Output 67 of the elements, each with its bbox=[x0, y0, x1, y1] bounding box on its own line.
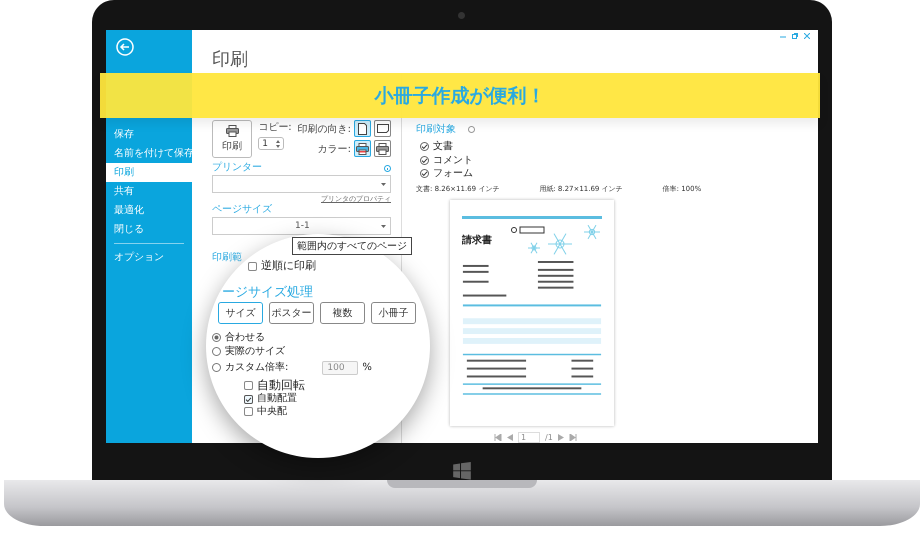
checkbox[interactable] bbox=[420, 142, 429, 152]
checkbox[interactable] bbox=[244, 381, 253, 390]
page-size-label: ページサイズ bbox=[212, 205, 272, 215]
orientation-button[interactable] bbox=[354, 120, 371, 137]
page-range-menu[interactable]: 範囲内のすべてのページ bbox=[292, 237, 412, 255]
color-mode-button[interactable] bbox=[354, 140, 371, 157]
radio-label: 合わせる bbox=[225, 332, 265, 344]
checkbox-label: 文書 bbox=[433, 141, 453, 152]
restore-icon[interactable] bbox=[792, 33, 798, 39]
page-range-field[interactable]: 1-1 bbox=[212, 217, 391, 235]
page-count: /1 bbox=[545, 432, 553, 442]
page-number-field[interactable]: 1 bbox=[518, 432, 540, 442]
orientation-button[interactable] bbox=[374, 120, 391, 137]
checkbox[interactable] bbox=[244, 394, 253, 404]
radio-button[interactable] bbox=[212, 363, 221, 372]
info-icon bbox=[468, 126, 475, 132]
spin-arrows-icon bbox=[276, 140, 280, 148]
print-target-label: 印刷対象 bbox=[416, 122, 456, 136]
mode-button[interactable]: 複数 bbox=[320, 302, 365, 324]
printer-icon bbox=[226, 125, 239, 137]
copies-label: コピー: bbox=[258, 121, 292, 134]
last-page-icon[interactable] bbox=[568, 434, 577, 440]
back-icon[interactable] bbox=[116, 38, 134, 56]
page-range-label: 印刷範 bbox=[212, 253, 242, 263]
previous-page-icon[interactable] bbox=[507, 434, 513, 440]
scale-input[interactable]: 100 bbox=[322, 360, 358, 375]
logo-icon bbox=[453, 462, 471, 480]
radio-label: 実際のサイズ bbox=[225, 346, 285, 358]
next-page-icon[interactable] bbox=[558, 434, 564, 440]
banner-text: 小冊子作成が便利！ bbox=[374, 84, 546, 108]
landscape-page-icon bbox=[376, 124, 388, 133]
mode-button[interactable]: 小冊子 bbox=[371, 302, 416, 324]
checkbox-label: 自動配置 bbox=[257, 393, 297, 405]
checkbox-label: 逆順に印刷 bbox=[261, 260, 316, 273]
radio-button[interactable] bbox=[212, 332, 221, 342]
radio-label: カスタム倍率: bbox=[225, 362, 288, 374]
mode-button[interactable]: ポスター bbox=[269, 302, 314, 324]
checkbox[interactable] bbox=[248, 262, 257, 271]
page-title: 印刷 bbox=[211, 48, 249, 72]
close-icon[interactable] bbox=[804, 33, 810, 39]
printer-icon bbox=[356, 142, 369, 154]
checkbox[interactable] bbox=[244, 407, 253, 416]
color-label: カラー: bbox=[318, 142, 351, 156]
percent-sign: % bbox=[362, 362, 372, 374]
section-heading: ージサイズ処理 bbox=[222, 284, 314, 300]
printer-icon bbox=[376, 142, 389, 154]
caret-icon bbox=[381, 182, 386, 186]
caret-icon bbox=[381, 224, 386, 228]
info-icon bbox=[384, 164, 391, 172]
copies-spinner[interactable]: 1 bbox=[258, 137, 284, 150]
checkbox-label: 中央配 bbox=[257, 406, 287, 418]
radio-button[interactable] bbox=[212, 347, 221, 356]
camera-icon bbox=[458, 12, 465, 19]
checkbox-label: コメント bbox=[433, 154, 473, 166]
color-mode-button[interactable] bbox=[374, 140, 391, 157]
first-page-icon[interactable] bbox=[494, 434, 502, 440]
print-button[interactable]: 印刷 bbox=[212, 120, 252, 158]
checkbox[interactable] bbox=[420, 156, 429, 165]
document-title: 請求書 bbox=[462, 234, 492, 248]
checkbox-label: 自動回転 bbox=[257, 378, 305, 392]
field-value: 1-1 bbox=[295, 221, 310, 231]
printer-label: プリンター bbox=[212, 163, 262, 173]
checkbox-label: フォーム bbox=[433, 168, 473, 180]
portrait-page-icon bbox=[358, 122, 367, 134]
orientation-label: 印刷の向き: bbox=[298, 122, 351, 136]
mode-button[interactable]: サイズ bbox=[218, 302, 263, 324]
checkbox[interactable] bbox=[420, 169, 429, 178]
